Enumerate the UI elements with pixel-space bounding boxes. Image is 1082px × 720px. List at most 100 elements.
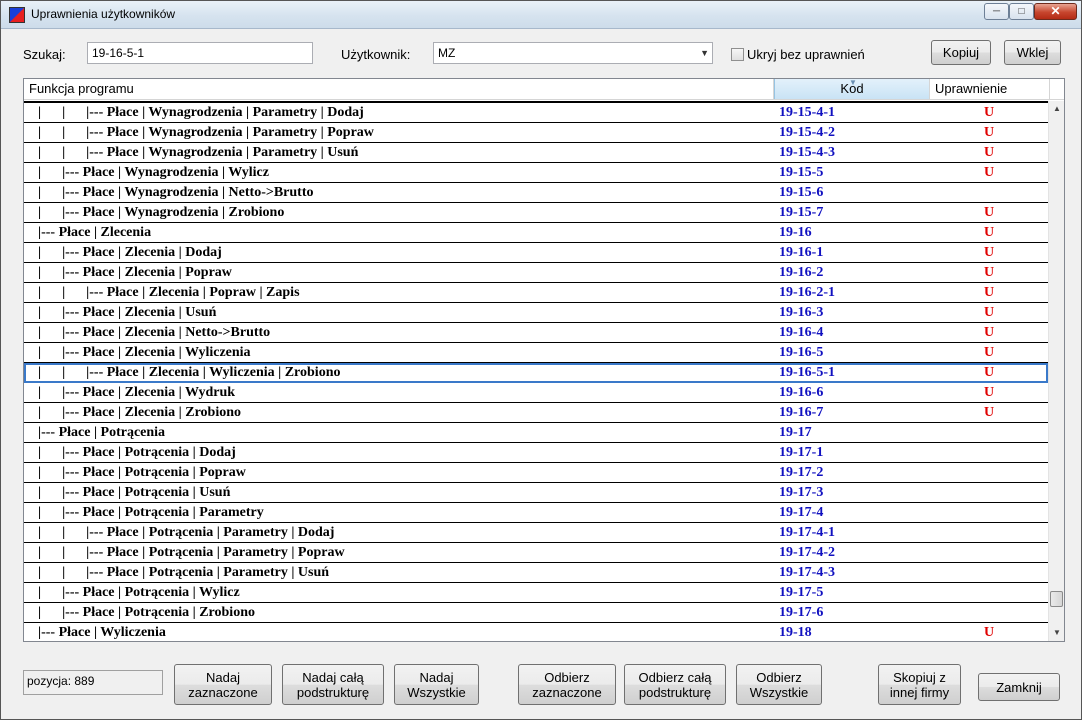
cell-function: | | |--- Płace | Wynagrodzenia | Paramet…	[38, 145, 359, 160]
cell-permission[interactable]	[984, 463, 1004, 482]
cell-permission[interactable]: U	[984, 203, 1004, 222]
cell-permission[interactable]: U	[984, 223, 1004, 242]
table-row[interactable]: | | |--- Płace | Potrącenia | Parametry …	[24, 543, 1048, 563]
cell-function: | | |--- Płace | Zlecenia | Wyliczenia |…	[38, 365, 341, 380]
cell-function: | |--- Płace | Potrącenia | Usuń	[38, 485, 231, 500]
search-input[interactable]: 19-16-5-1	[87, 42, 313, 64]
cell-permission[interactable]: U	[984, 403, 1004, 422]
vertical-scrollbar[interactable]: ▲ ▼	[1048, 101, 1064, 641]
revoke-all-button[interactable]: Odbierz Wszystkie	[736, 664, 822, 705]
grant-substructure-button[interactable]: Nadaj całą podstrukturę	[282, 664, 384, 705]
cell-permission[interactable]	[984, 183, 1004, 202]
table-row[interactable]: | |--- Płace | Potrącenia | Usuń 19-17-3	[24, 483, 1048, 503]
cell-code: 19-15-6	[779, 185, 824, 200]
table-row[interactable]: | |--- Płace | Potrącenia | Zrobiono 19-1…	[24, 603, 1048, 623]
table-row[interactable]: | |--- Płace | Wynagrodzenia | Wylicz 19-…	[24, 163, 1048, 183]
cell-code: 19-17-4-3	[779, 565, 835, 580]
column-header-code[interactable]: ▼ Kod	[774, 79, 930, 99]
table-row[interactable]: |--- Płace | Wyliczenia 19-18 U	[24, 623, 1048, 641]
chevron-down-icon[interactable]: ▼	[700, 43, 709, 63]
user-select[interactable]: MZ ▼	[433, 42, 713, 64]
minimize-icon: ─	[992, 6, 1001, 17]
position-status: pozycja: 889	[23, 670, 163, 695]
title-bar[interactable]: Uprawnienia użytkowników ─ □ ✕	[1, 1, 1081, 29]
scroll-up-icon[interactable]: ▲	[1049, 101, 1064, 117]
cell-permission[interactable]: U	[984, 323, 1004, 342]
cell-permission[interactable]	[984, 543, 1004, 562]
table-row[interactable]: | |--- Płace | Potrącenia | Wylicz 19-17-…	[24, 583, 1048, 603]
table-row[interactable]: | |--- Płace | Potrącenia | Popraw 19-17-…	[24, 463, 1048, 483]
close-button[interactable]: Zamknij	[978, 673, 1060, 701]
scroll-down-icon[interactable]: ▼	[1049, 625, 1064, 641]
table-row[interactable]: | | |--- Płace | Potrącenia | Parametry …	[24, 563, 1048, 583]
table-row[interactable]: | |--- Płace | Wynagrodzenia | Netto->Br…	[24, 183, 1048, 203]
minimize-button[interactable]: ─	[984, 3, 1009, 20]
cell-permission[interactable]: U	[984, 243, 1004, 262]
cell-permission[interactable]: U	[984, 143, 1004, 162]
table-row[interactable]: | | |--- Płace | Wynagrodzenia | Paramet…	[24, 123, 1048, 143]
cell-permission[interactable]	[984, 523, 1004, 542]
cell-function: | |--- Płace | Zlecenia | Wyliczenia	[38, 345, 251, 360]
cell-permission[interactable]: U	[984, 163, 1004, 182]
cell-permission[interactable]: U	[984, 283, 1004, 302]
cell-permission[interactable]	[984, 443, 1004, 462]
cell-permission[interactable]: U	[984, 363, 1004, 382]
cell-code: 19-17	[779, 425, 812, 440]
table-row[interactable]: | |--- Płace | Potrącenia | Parametry 19-…	[24, 503, 1048, 523]
table-row[interactable]: | | |--- Płace | Wynagrodzenia | Paramet…	[24, 143, 1048, 163]
revoke-substructure-button[interactable]: Odbierz całą podstrukturę	[624, 664, 726, 705]
cell-permission[interactable]: U	[984, 303, 1004, 322]
cell-permission[interactable]	[984, 483, 1004, 502]
table-row[interactable]: | |--- Płace | Zlecenia | Popraw 19-16-2 U	[24, 263, 1048, 283]
table-row[interactable]: | |--- Płace | Zlecenia | Wyliczenia 19-1…	[24, 343, 1048, 363]
cell-permission[interactable]	[984, 423, 1004, 442]
cell-function: | | |--- Płace | Zlecenia | Popraw | Zap…	[38, 285, 300, 300]
table-row[interactable]: | |--- Płace | Wynagrodzenia | Zrobiono 1…	[24, 203, 1048, 223]
table-row[interactable]: | |--- Płace | Zlecenia | Netto->Brutto 1…	[24, 323, 1048, 343]
table-row[interactable]: | | |--- Płace | Potrącenia | Parametry …	[24, 523, 1048, 543]
cell-permission[interactable]: U	[984, 123, 1004, 142]
hide-without-permissions-checkbox[interactable]	[731, 48, 744, 61]
cell-function: | |--- Płace | Zlecenia | Dodaj	[38, 245, 222, 260]
column-header-function[interactable]: Funkcja programu	[24, 79, 774, 99]
cell-code: 19-15-7	[779, 205, 824, 220]
table-row[interactable]: | |--- Płace | Zlecenia | Zrobiono 19-16-…	[24, 403, 1048, 423]
cell-permission[interactable]: U	[984, 383, 1004, 402]
copy-from-company-button[interactable]: Skopiuj z innej firmy	[878, 664, 961, 705]
cell-permission[interactable]	[984, 503, 1004, 522]
table-row[interactable]: | | |--- Płace | Wynagrodzenia | Paramet…	[24, 103, 1048, 123]
cell-function: | | |--- Płace | Potrącenia | Parametry …	[38, 565, 330, 580]
grant-selected-button[interactable]: Nadaj zaznaczone	[174, 664, 272, 705]
table-row[interactable]: | |--- Płace | Zlecenia | Usuń 19-16-3 U	[24, 303, 1048, 323]
table-row[interactable]: | |--- Płace | Zlecenia | Wydruk 19-16-6 U	[24, 383, 1048, 403]
table-row[interactable]: | |--- Płace | Zlecenia | Dodaj 19-16-1 U	[24, 243, 1048, 263]
grant-all-button[interactable]: Nadaj Wszystkie	[394, 664, 479, 705]
cell-permission[interactable]: U	[984, 103, 1004, 122]
scroll-thumb[interactable]	[1050, 591, 1063, 607]
table-row[interactable]: |--- Płace | Potrącenia 19-17	[24, 423, 1048, 443]
table-row[interactable]: | | |--- Płace | Zlecenia | Popraw | Zap…	[24, 283, 1048, 303]
position-value: 889	[74, 674, 95, 688]
table-row[interactable]: | |--- Płace | Potrącenia | Dodaj 19-17-1	[24, 443, 1048, 463]
grid-rows: | | |--- Płace | Wynagrodzenia | Paramet…	[24, 101, 1048, 641]
maximize-button[interactable]: □	[1009, 3, 1034, 20]
revoke-selected-button[interactable]: Odbierz zaznaczone	[518, 664, 616, 705]
table-row[interactable]: | | |--- Płace | Zlecenia | Wyliczenia |…	[24, 363, 1048, 383]
cell-code: 19-17-5	[779, 585, 824, 600]
cell-permission[interactable]: U	[984, 263, 1004, 282]
cell-permission[interactable]	[984, 583, 1004, 602]
cell-code: 19-16-1	[779, 245, 824, 260]
cell-permission[interactable]	[984, 603, 1004, 622]
cell-code: 19-16-3	[779, 305, 824, 320]
paste-button[interactable]: Wklej	[1004, 40, 1061, 65]
copy-button[interactable]: Kopiuj	[931, 40, 991, 65]
cell-code: 19-16-6	[779, 385, 824, 400]
table-row[interactable]: |--- Płace | Zlecenia 19-16 U	[24, 223, 1048, 243]
cell-permission[interactable]	[984, 563, 1004, 582]
window-title: Uprawnienia użytkowników	[31, 7, 176, 21]
cell-code: 19-17-6	[779, 605, 824, 620]
cell-permission[interactable]: U	[984, 623, 1004, 641]
close-window-button[interactable]: ✕	[1034, 3, 1077, 20]
cell-permission[interactable]: U	[984, 343, 1004, 362]
column-header-permission[interactable]: Uprawnienie	[930, 79, 1050, 99]
